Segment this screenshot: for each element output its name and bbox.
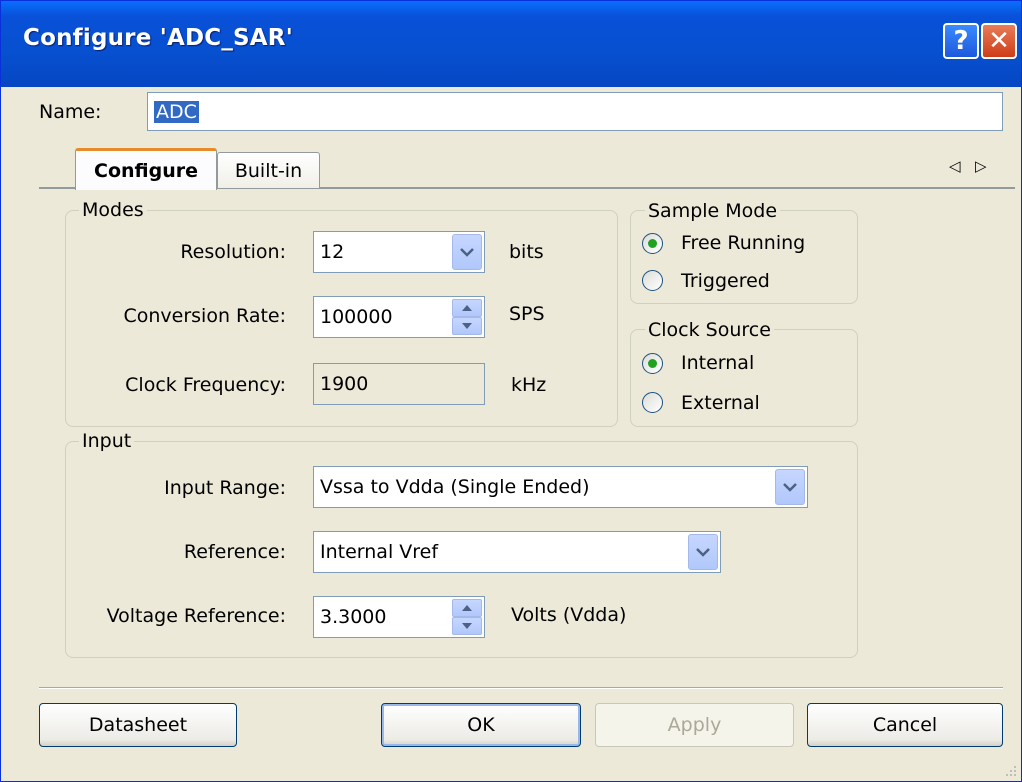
apply-label: Apply: [667, 714, 722, 736]
name-value: ADC: [154, 100, 199, 123]
clock-frequency-unit: kHz: [511, 374, 547, 396]
resolution-unit: bits: [509, 241, 544, 263]
tab-built-in-label: Built-in: [234, 159, 303, 182]
tab-built-in[interactable]: Built-in: [217, 152, 320, 188]
conversion-rate-value: 100000: [320, 306, 393, 328]
radio-internal[interactable]: [642, 353, 663, 374]
radio-triggered[interactable]: [642, 270, 663, 291]
reference-label: Reference:: [183, 541, 286, 563]
title-bar[interactable]: Configure 'ADC_SAR' ? ✕: [1, 1, 1021, 87]
configure-dialog: Configure 'ADC_SAR' ? ✕ Name: ADC Built-…: [0, 0, 1022, 782]
resize-grip-icon[interactable]: [1003, 763, 1019, 779]
spin-up-icon[interactable]: [452, 599, 482, 617]
voltage-reference-stepper[interactable]: 3.3000: [313, 596, 485, 638]
chevron-down-icon[interactable]: [775, 469, 805, 505]
free-running-label[interactable]: Free Running: [681, 232, 805, 254]
name-label: Name:: [39, 101, 102, 123]
tab-configure[interactable]: Configure: [75, 148, 217, 190]
resolution-value: 12: [320, 241, 345, 263]
voltage-reference-unit: Volts (Vdda): [511, 604, 627, 626]
help-button[interactable]: ?: [943, 23, 979, 59]
resolution-label: Resolution:: [180, 241, 286, 263]
conversion-rate-label: Conversion Rate:: [123, 305, 286, 327]
internal-label[interactable]: Internal: [681, 352, 754, 374]
conversion-rate-stepper[interactable]: 100000: [313, 296, 485, 338]
radio-external[interactable]: [642, 392, 663, 413]
name-field[interactable]: ADC: [147, 92, 1003, 131]
clock-frequency-value: 1900: [320, 373, 369, 395]
triggered-label[interactable]: Triggered: [681, 270, 770, 292]
ok-label: OK: [467, 714, 495, 736]
voltage-reference-value: 3.3000: [320, 606, 387, 628]
button-separator: [39, 687, 1003, 689]
clock-source-title: Clock Source: [645, 319, 774, 341]
clock-frequency-label: Clock Frequency:: [125, 374, 286, 396]
spin-up-icon[interactable]: [452, 299, 482, 317]
input-title: Input: [79, 430, 135, 452]
help-icon: ?: [953, 26, 969, 56]
reference-value: Internal Vref: [320, 541, 439, 563]
conversion-rate-unit: SPS: [509, 303, 545, 325]
chevron-down-icon[interactable]: [688, 534, 718, 570]
modes-title: Modes: [79, 199, 147, 221]
tab-scroll-right-icon[interactable]: ▷: [975, 157, 987, 175]
apply-button: Apply: [595, 703, 794, 747]
tab-scroll-left-icon[interactable]: ◁: [949, 157, 961, 175]
input-range-value: Vssa to Vdda (Single Ended): [320, 476, 590, 498]
close-icon: ✕: [988, 26, 1010, 56]
input-range-label: Input Range:: [164, 477, 286, 499]
datasheet-button[interactable]: Datasheet: [39, 703, 237, 747]
resolution-select[interactable]: 12: [313, 231, 485, 273]
spin-buttons[interactable]: [452, 299, 482, 335]
spin-down-icon[interactable]: [452, 617, 482, 635]
ok-button[interactable]: OK: [381, 703, 581, 747]
external-label[interactable]: External: [681, 392, 760, 414]
voltage-reference-label: Voltage Reference:: [106, 605, 286, 627]
cancel-button[interactable]: Cancel: [807, 703, 1003, 747]
window-title: Configure 'ADC_SAR': [23, 25, 293, 51]
spin-down-icon[interactable]: [452, 317, 482, 335]
reference-select[interactable]: Internal Vref: [313, 531, 721, 573]
clock-frequency-field: 1900: [313, 363, 485, 405]
input-range-select[interactable]: Vssa to Vdda (Single Ended): [313, 466, 808, 508]
sample-mode-title: Sample Mode: [645, 200, 781, 222]
tab-configure-label: Configure: [94, 159, 198, 182]
spin-buttons[interactable]: [452, 599, 482, 635]
radio-free-running[interactable]: [642, 233, 663, 254]
close-button[interactable]: ✕: [981, 23, 1017, 59]
datasheet-label: Datasheet: [88, 714, 188, 736]
cancel-label: Cancel: [872, 714, 938, 736]
chevron-down-icon[interactable]: [452, 234, 482, 270]
